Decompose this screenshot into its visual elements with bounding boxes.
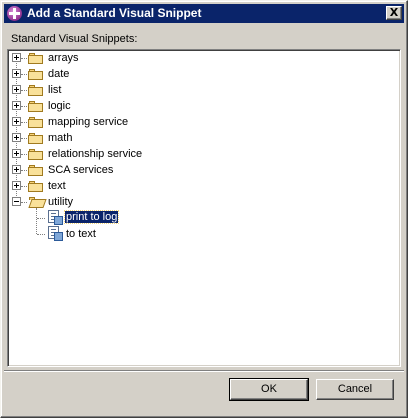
- expand-icon[interactable]: [12, 133, 21, 142]
- tree-label: Standard Visual Snippets:: [11, 33, 138, 45]
- title-bar[interactable]: Add a Standard Visual Snippet X: [4, 4, 404, 23]
- expand-icon[interactable]: [12, 85, 21, 94]
- tree-item-date[interactable]: date: [8, 66, 388, 82]
- dialog-window: Add a Standard Visual Snippet X Standard…: [0, 0, 408, 418]
- folder-icon: [28, 69, 44, 80]
- tree-item-label: date: [48, 68, 70, 80]
- expand-icon[interactable]: [12, 53, 21, 62]
- purple-plus-icon: [7, 6, 22, 21]
- folder-icon: [28, 101, 44, 112]
- expand-icon[interactable]: [12, 149, 21, 158]
- separator: [4, 370, 404, 372]
- collapse-icon[interactable]: [12, 197, 21, 206]
- folder-icon: [28, 85, 44, 96]
- ok-button[interactable]: OK: [229, 378, 309, 401]
- tree-item-label: print to log: [63, 210, 120, 224]
- visual-snippet-icon: [48, 210, 63, 225]
- tree-item-label: math: [48, 132, 73, 144]
- tree-item-logic[interactable]: logic: [8, 98, 388, 114]
- tree-item-label: arrays: [48, 52, 79, 64]
- expand-icon[interactable]: [12, 165, 21, 174]
- tree-item-text[interactable]: text: [8, 178, 388, 194]
- tree-item-relationship-service[interactable]: relationship service: [8, 146, 388, 162]
- expand-icon[interactable]: [12, 101, 21, 110]
- open-folder-icon: [28, 197, 47, 208]
- tree-item-label: utility: [48, 196, 74, 208]
- tree-item-label: text: [48, 180, 66, 192]
- visual-snippet-icon: [48, 226, 63, 241]
- tree-item-arrays[interactable]: arrays: [8, 50, 388, 66]
- folder-icon: [28, 53, 44, 64]
- close-button[interactable]: X: [386, 6, 402, 20]
- tree-item-utility[interactable]: utility: [8, 194, 388, 210]
- folder-icon: [28, 117, 44, 128]
- tree-item-print-to-log[interactable]: print to log: [8, 210, 388, 226]
- tree-item-label: mapping service: [48, 116, 129, 128]
- tree-item-label: relationship service: [48, 148, 143, 160]
- folder-icon: [28, 133, 44, 144]
- tree-item-list[interactable]: list: [8, 82, 388, 98]
- expand-icon[interactable]: [12, 181, 21, 190]
- tree-item-math[interactable]: math: [8, 130, 388, 146]
- snippet-tree[interactable]: arrays date list logic mapping service m…: [7, 49, 401, 367]
- tree-item-label: SCA services: [48, 164, 114, 176]
- tree-item-sca-services[interactable]: SCA services: [8, 162, 388, 178]
- expand-icon[interactable]: [12, 117, 21, 126]
- tree-item-label: to text: [66, 228, 96, 240]
- tree-item-to-text[interactable]: to text: [8, 226, 388, 242]
- tree-item-label: logic: [48, 100, 71, 112]
- window-title: Add a Standard Visual Snippet: [27, 6, 202, 20]
- folder-icon: [28, 181, 44, 192]
- tree-item-label: list: [48, 84, 62, 96]
- folder-icon: [28, 165, 44, 176]
- tree-item-mapping-service[interactable]: mapping service: [8, 114, 388, 130]
- folder-icon: [28, 149, 44, 160]
- expand-icon[interactable]: [12, 69, 21, 78]
- cancel-button[interactable]: Cancel: [316, 379, 394, 400]
